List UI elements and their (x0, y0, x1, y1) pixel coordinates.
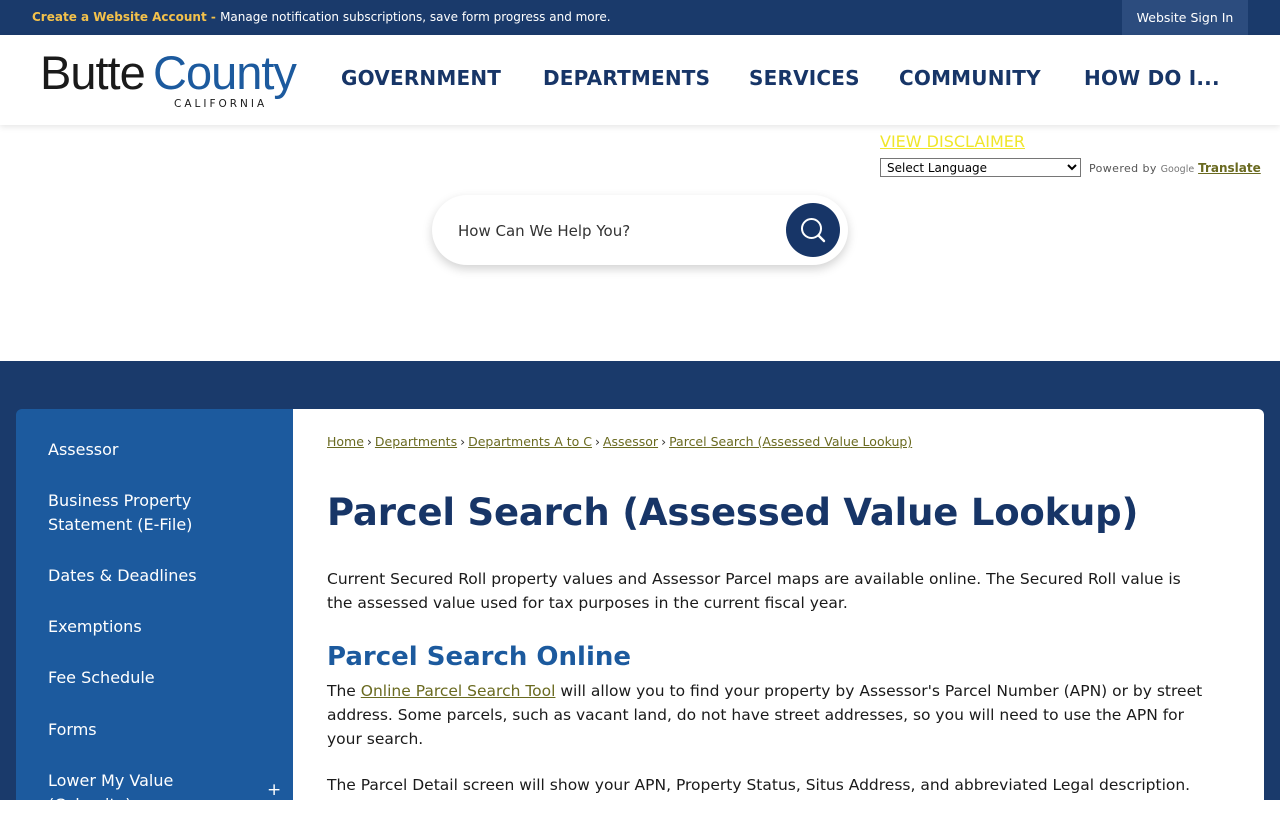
breadcrumb-separator: › (366, 434, 372, 449)
sidebar-item-assessor[interactable]: Assessor (48, 438, 268, 462)
language-select[interactable]: Select Language (880, 158, 1081, 177)
breadcrumb-departments[interactable]: Departments (375, 434, 457, 449)
sidebar-item-lower-my-value[interactable]: Lower My Value (Calamity) (48, 769, 208, 817)
section-title-parcel-search-online: Parcel Search Online (327, 642, 632, 672)
google-logo: Google (1160, 164, 1195, 175)
nav-services[interactable]: SERVICES (749, 66, 860, 90)
nav-community[interactable]: COMMUNITY (899, 66, 1041, 90)
breadcrumb-assessor[interactable]: Assessor (603, 434, 658, 449)
parcel-detail-paragraph: The Parcel Detail screen will show your … (327, 776, 1191, 794)
translate-link[interactable]: Translate (1198, 161, 1261, 175)
intro-paragraph: Current Secured Roll property values and… (327, 570, 1181, 612)
search-icon (801, 218, 826, 243)
powered-by-google-translate: Powered by Google Translate (1089, 161, 1261, 175)
butte-county-logo[interactable]: Butte County CALIFORNIA (40, 46, 310, 112)
account-message-text: Manage notification subscriptions, save … (220, 10, 611, 24)
site-header: Butte County CALIFORNIA GOVERNMENT DEPAR… (0, 35, 1280, 125)
sidebar-item-fee-schedule[interactable]: Fee Schedule (48, 666, 268, 690)
sidebar-item-forms[interactable]: Forms (48, 718, 268, 742)
breadcrumb-separator: › (460, 434, 466, 449)
nav-departments[interactable]: DEPARTMENTS (543, 66, 710, 90)
top-utility-bar: Create a Website Account - Manage notifi… (0, 0, 1280, 35)
breadcrumb: Home › Departments › Departments A to C › Asse… (327, 434, 912, 449)
search-input[interactable] (456, 217, 780, 245)
main-content: Home › Departments › Departments A to C › Asse… (293, 409, 1264, 800)
sidebar-item-business-property-statement[interactable]: Business Property Statement (E-File) (48, 489, 228, 537)
powered-by-label: Powered by (1089, 162, 1157, 175)
nav-government[interactable]: GOVERNMENT (341, 66, 501, 90)
logo-name-butte: Butte (40, 47, 145, 99)
logo-state: CALIFORNIA (174, 98, 267, 110)
message-separator: - (206, 10, 221, 24)
breadcrumb-separator: › (594, 434, 600, 449)
breadcrumb-separator: › (661, 434, 667, 449)
page-title: Parcel Search (Assessed Value Lookup) (327, 491, 1139, 534)
account-message: Create a Website Account - Manage notifi… (32, 10, 611, 24)
site-search (432, 195, 848, 265)
breadcrumb-parcel-search[interactable]: Parcel Search (Assessed Value Lookup) (669, 434, 912, 449)
logo-name-county: County (153, 47, 297, 99)
view-disclaimer-link[interactable]: VIEW DISCLAIMER (880, 132, 1025, 151)
create-account-link[interactable]: Create a Website Account (32, 10, 207, 24)
sidebar-item-exemptions[interactable]: Exemptions (48, 615, 268, 639)
parcel-search-paragraph: The Online Parcel Search Tool will allow… (327, 679, 1207, 751)
website-sign-in-button[interactable]: Website Sign In (1122, 0, 1248, 35)
nav-how-do-i[interactable]: HOW DO I... (1084, 66, 1220, 90)
breadcrumb-home[interactable]: Home (327, 434, 364, 449)
sidebar-item-dates-deadlines[interactable]: Dates & Deadlines (48, 564, 268, 588)
online-parcel-search-tool-link[interactable]: Online Parcel Search Tool (361, 682, 556, 700)
breadcrumb-departments-a-to-c[interactable]: Departments A to C (468, 434, 592, 449)
para-prefix: The (327, 682, 361, 700)
expand-toggle[interactable]: + (267, 780, 281, 800)
sidebar-navigation: Assessor Business Property Statement (E-… (16, 409, 293, 814)
search-button[interactable] (786, 203, 840, 257)
